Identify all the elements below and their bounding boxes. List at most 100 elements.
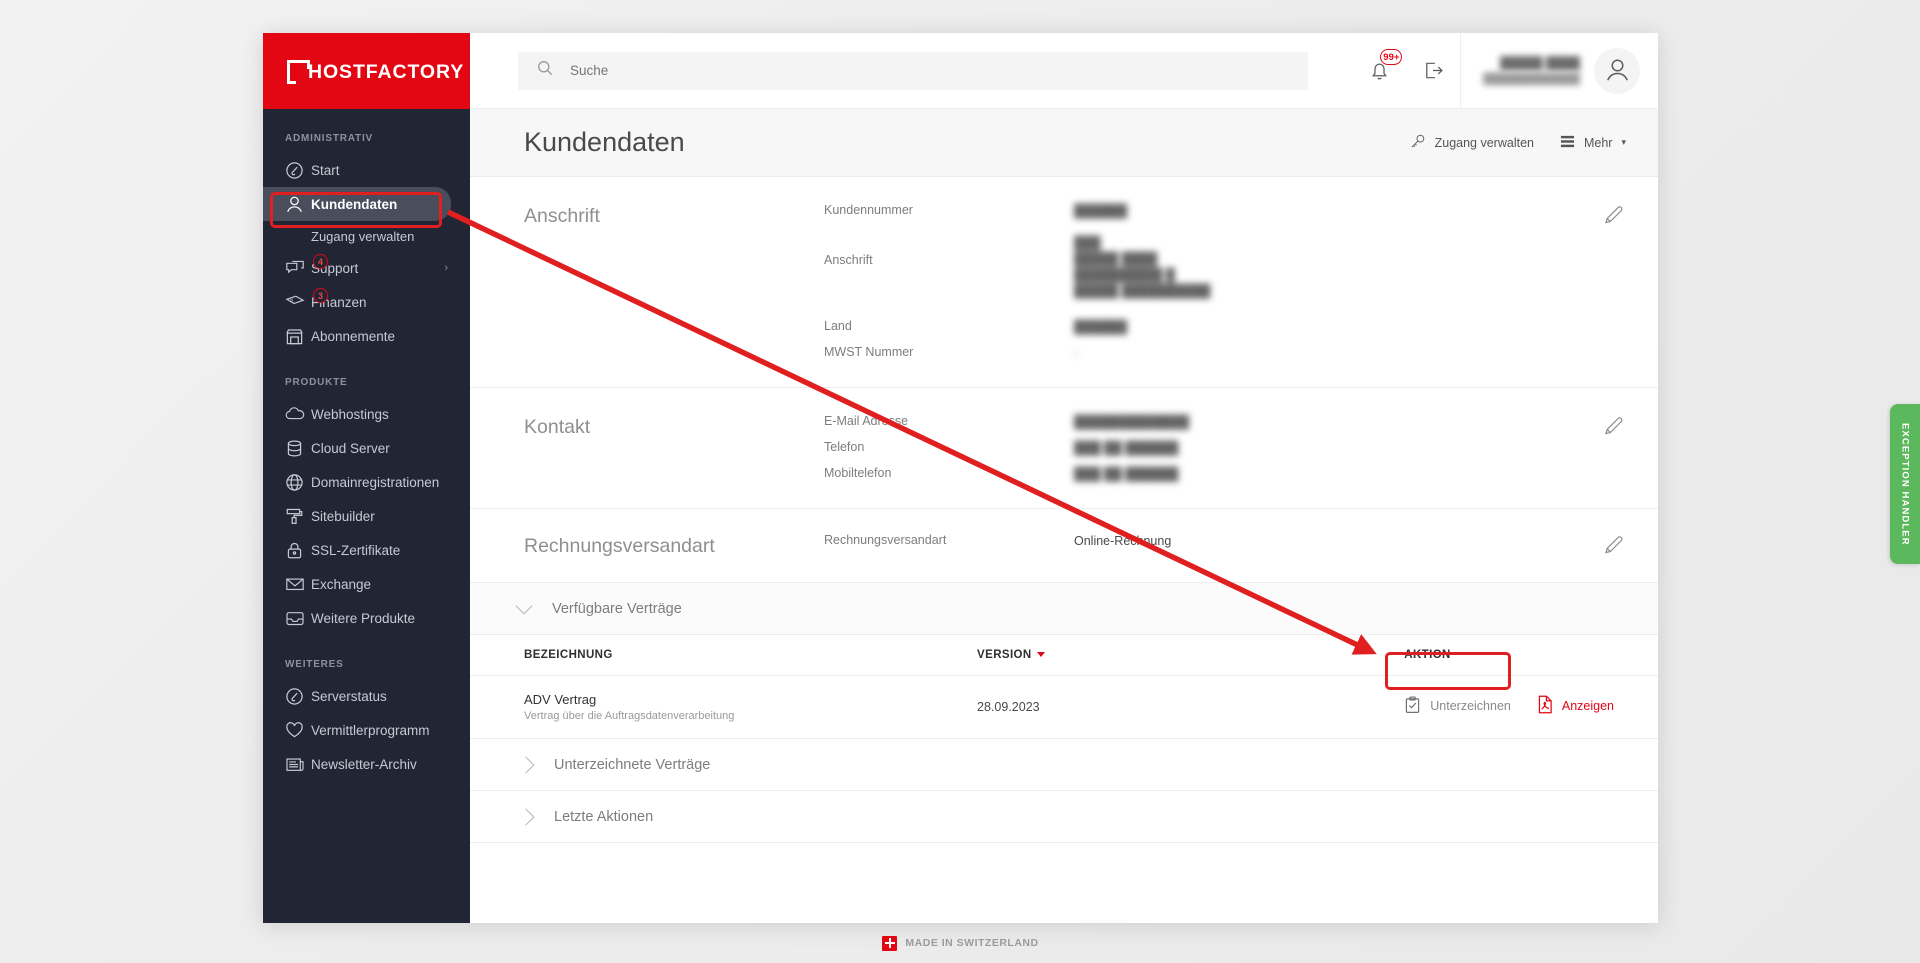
edit-kontakt-button[interactable]: [1602, 414, 1626, 443]
header-bezeichnung[interactable]: BEZEICHNUNG: [470, 635, 978, 676]
sidebar-item-weitere-produkte[interactable]: Weitere Produkte: [263, 601, 470, 635]
chevron-right-icon: [517, 756, 535, 773]
sidebar-item-kundendaten[interactable]: Kundendaten: [263, 187, 451, 221]
footer: MADE IN SWITZERLAND: [263, 923, 1658, 963]
sidebar-item-label: Vermittlerprogramm: [311, 722, 430, 738]
table-header-row: BEZEICHNUNG VERSION AKTION: [470, 635, 1658, 676]
unterzeichnen-label: Unterzeichnen: [1430, 699, 1511, 714]
field-label: MWST Nummer: [824, 345, 914, 359]
sidebar-item-label: Start: [311, 162, 340, 178]
accordion-verfuegbare-vertraege[interactable]: Verfügbare Verträge: [470, 583, 1658, 635]
sidebar-subitem-zugang-verwalten[interactable]: Zugang verwalten: [263, 221, 470, 251]
paint-roller-icon: [285, 506, 311, 526]
field-rechnungsversandart: Rechnungsversandart Online-Rechnung: [824, 533, 1626, 549]
field-label: Kundennummer: [824, 203, 913, 217]
sidebar-subitem-label: Zugang verwalten: [311, 228, 415, 244]
sidebar-item-support[interactable]: 4 Support ›: [263, 251, 470, 285]
unterzeichnen-button[interactable]: Unterzeichnen: [1404, 696, 1511, 717]
sidebar-item-label: Exchange: [311, 576, 372, 592]
clipboard-check-icon: [1404, 696, 1421, 717]
search-input[interactable]: [570, 63, 1170, 78]
sidebar-item-newsletter-archiv[interactable]: Newsletter-Archiv: [263, 747, 470, 781]
support-badge: 4: [313, 254, 328, 269]
exception-handler-tab[interactable]: EXCEPTION HANDLER: [1890, 404, 1920, 564]
sidebar-item-sitebuilder[interactable]: Sitebuilder: [263, 499, 470, 533]
top-bar: 99+ █████ ████ █████████████: [470, 33, 1658, 109]
edit-rechnungsversandart-button[interactable]: [1602, 533, 1626, 562]
sidebar-item-label: Serverstatus: [311, 688, 387, 704]
sidebar-item-cloud-server[interactable]: Cloud Server: [263, 431, 470, 465]
field-telefon: Telefon ███ ██ ██████: [824, 440, 1626, 456]
sort-caret-icon: [1036, 652, 1045, 658]
sidebar-item-serverstatus[interactable]: Serverstatus: [263, 679, 470, 713]
field-mwst-nummer: MWST Nummer -: [824, 345, 1626, 361]
field-label: Telefon: [824, 440, 865, 454]
search-icon: [536, 59, 554, 82]
field-list: Rechnungsversandart Online-Rechnung: [824, 533, 1626, 558]
section-anschrift: Anschrift Kundennummer ██████ Anschrift …: [470, 177, 1658, 388]
sidebar: HOSTFACTORY ADMINISTRATIV Start Kundenda…: [263, 33, 470, 923]
pdf-icon: [1537, 695, 1553, 717]
nav-section-weiteres-label: WEITERES: [285, 659, 344, 670]
page-actions: Zugang verwalten Mehr ▾: [1409, 133, 1626, 153]
table-row: ADV Vertrag Vertrag über die Auftragsdat…: [470, 675, 1658, 739]
application-window: HOSTFACTORY ADMINISTRATIV Start Kundenda…: [263, 33, 1658, 923]
anzeigen-button[interactable]: Anzeigen: [1537, 695, 1614, 717]
accordion-label: Unterzeichnete Verträge: [554, 756, 711, 773]
sidebar-item-exchange[interactable]: Exchange: [263, 567, 470, 601]
notification-badge: 99+: [1380, 49, 1403, 65]
swiss-flag-icon: [882, 935, 898, 951]
logo-mark-icon: [286, 59, 311, 85]
page-header: Kundendaten Zugang verwalten Mehr ▾: [470, 109, 1658, 177]
accordion-label: Verfügbare Verträge: [552, 600, 682, 617]
zugang-verwalten-label: Zugang verwalten: [1434, 135, 1534, 150]
sidebar-item-domainregistrationen[interactable]: Domainregistrationen: [263, 465, 470, 499]
zugang-verwalten-button[interactable]: Zugang verwalten: [1409, 133, 1534, 153]
sidebar-item-label: Cloud Server: [311, 440, 390, 456]
sidebar-item-webhostings[interactable]: Webhostings: [263, 397, 470, 431]
brand-logo[interactable]: HOSTFACTORY: [263, 33, 470, 109]
content-area: Anschrift Kundennummer ██████ Anschrift …: [470, 177, 1658, 923]
sidebar-item-start[interactable]: Start: [263, 153, 470, 187]
field-value: -: [1074, 346, 1079, 360]
chat-icon: 4: [285, 254, 328, 278]
sidebar-item-finanzen[interactable]: S 3 Finanzen: [263, 285, 470, 319]
envelope-icon: [285, 574, 311, 594]
field-value: Online-Rechnung: [1074, 534, 1172, 548]
header-version[interactable]: VERSION: [977, 635, 1405, 676]
edit-anschrift-button[interactable]: [1602, 203, 1626, 232]
user-info: █████ ████ █████████████: [1483, 55, 1580, 87]
avatar[interactable]: [1594, 47, 1640, 94]
section-title: Anschrift: [524, 205, 600, 227]
section-title: Rechnungsversandart: [524, 535, 715, 557]
contract-version: 28.09.2023: [977, 700, 1040, 714]
footer-text: MADE IN SWITZERLAND: [905, 937, 1039, 949]
field-value: ███ █████ ████ ██████████ █ █████ ██████…: [1074, 236, 1211, 298]
sidebar-item-ssl-zertifikate[interactable]: SSL-Zertifikate: [263, 533, 470, 567]
chevron-right-icon: [517, 808, 535, 825]
accordion-label: Letzte Aktionen: [554, 808, 654, 825]
anzeigen-label: Anzeigen: [1561, 699, 1614, 714]
field-anschrift: Anschrift ███ █████ ████ ██████████ █ ██…: [824, 235, 1626, 299]
sidebar-item-vermittlerprogramm[interactable]: Vermittlerprogramm: [263, 713, 470, 747]
gauge-icon: [285, 686, 311, 706]
accordion-letzte-aktionen[interactable]: Letzte Aktionen: [470, 791, 1658, 843]
gauge-icon: [285, 160, 311, 180]
user-name: █████ ████: [1500, 55, 1580, 70]
mehr-button[interactable]: Mehr ▾: [1560, 134, 1626, 152]
accordion-unterzeichnete-vertraege[interactable]: Unterzeichnete Verträge: [470, 739, 1658, 791]
sidebar-item-label: SSL-Zertifikate: [311, 542, 401, 558]
field-value: ███ ██ ██████: [1074, 441, 1179, 455]
list-icon: [1560, 134, 1575, 152]
money-icon: S 3: [285, 288, 328, 312]
svg-text:S: S: [290, 297, 294, 303]
logout-button[interactable]: [1406, 33, 1460, 108]
notifications-button[interactable]: 99+: [1352, 33, 1406, 108]
search-box[interactable]: [518, 51, 1308, 90]
sidebar-item-abonnemente[interactable]: Abonnemente: [263, 319, 470, 353]
database-icon: [285, 438, 311, 458]
contracts-table: BEZEICHNUNG VERSION AKTION ADV Vertrag V…: [470, 635, 1658, 739]
user-menu[interactable]: █████ ████ █████████████: [1460, 33, 1658, 108]
globe-icon: [285, 472, 311, 492]
cell-aktion: Unterzeichnen Anzeigen: [1404, 675, 1658, 739]
